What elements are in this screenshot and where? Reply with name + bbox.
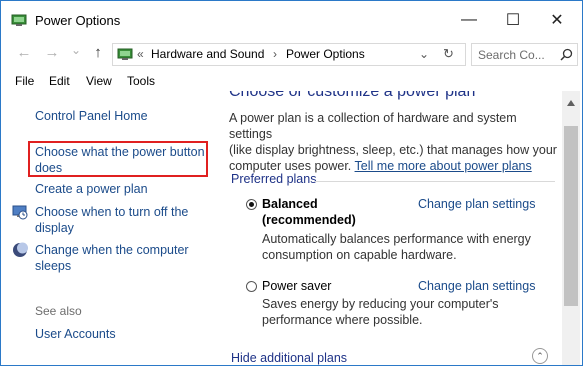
maximize-button[interactable]: ☐ xyxy=(491,4,535,36)
window-title: Power Options xyxy=(35,13,121,28)
page-title: Choose or customize a power plan xyxy=(229,91,476,100)
power-saver-change-settings-link[interactable]: Change plan settings xyxy=(418,278,535,294)
address-dropdown-icon[interactable]: ⌄ xyxy=(419,47,429,61)
breadcrumb-power-options[interactable]: Power Options xyxy=(286,47,365,61)
search-placeholder: Search Co... xyxy=(478,48,545,62)
menu-file[interactable]: File xyxy=(15,74,34,88)
user-accounts-link[interactable]: User Accounts xyxy=(35,326,116,342)
desc-line: performance where possible. xyxy=(262,313,423,327)
moon-sleep-icon xyxy=(13,242,28,257)
tell-me-more-link[interactable]: Tell me more about power plans xyxy=(355,159,532,173)
link-line: Change when the computer xyxy=(35,243,189,257)
link-line: does xyxy=(35,161,63,175)
balanced-radio[interactable] xyxy=(246,199,257,210)
plan-name-line: Power saver xyxy=(262,279,332,293)
back-button[interactable]: ← xyxy=(15,44,33,61)
link-line: Create a power plan xyxy=(35,182,148,196)
balanced-plan-name: Balanced (recommended) xyxy=(262,196,356,228)
minimize-icon: — xyxy=(461,11,477,28)
close-icon: ✕ xyxy=(550,12,564,29)
power-saver-description: Saves energy by reducing your computer's… xyxy=(262,296,499,328)
preferred-plans-label: Preferred plans xyxy=(231,172,317,186)
menu-view[interactable]: View xyxy=(86,74,112,88)
menu-edit[interactable]: Edit xyxy=(49,74,70,88)
address-bar[interactable]: « Hardware and Sound › Power Options ⌄ ↻ xyxy=(112,43,466,66)
breadcrumb-hardware-and-sound[interactable]: Hardware and Sound xyxy=(151,47,264,61)
address-row: ← → ⌄ ↑ « Hardware and Sound › Power Opt… xyxy=(1,39,582,69)
recent-locations-dropdown[interactable]: ⌄ xyxy=(67,43,85,57)
link-line: Choose what the power button xyxy=(35,145,205,159)
control-panel-icon xyxy=(117,48,133,60)
intro-line: (like display brightness, sleep, etc.) t… xyxy=(229,143,557,157)
hide-additional-plans-label[interactable]: Hide additional plans xyxy=(231,351,347,365)
forward-button[interactable]: → xyxy=(43,44,61,61)
search-icon xyxy=(560,48,573,61)
scrollbar-thumb[interactable] xyxy=(564,126,578,306)
balanced-change-settings-link[interactable]: Change plan settings xyxy=(418,196,535,212)
plan-name-line: Balanced xyxy=(262,197,318,211)
control-panel-home-link[interactable]: Control Panel Home xyxy=(35,108,148,124)
search-input[interactable]: Search Co... xyxy=(471,43,578,66)
group-divider xyxy=(315,181,555,182)
maximize-icon: ☐ xyxy=(505,12,521,29)
menu-tools[interactable]: Tools xyxy=(127,74,155,88)
link-line: sleeps xyxy=(35,259,72,273)
see-also-label: See also xyxy=(35,304,82,318)
main-content: Choose or customize a power plan A power… xyxy=(215,91,560,365)
close-button[interactable]: ✕ xyxy=(535,4,579,36)
intro-line: A power plan is a collection of hardware… xyxy=(229,111,517,141)
breadcrumb-overflow[interactable]: « xyxy=(137,47,144,61)
choose-power-button-link[interactable]: Choose what the power button does xyxy=(35,144,205,176)
monitor-clock-icon xyxy=(12,205,28,220)
power-options-icon xyxy=(11,14,27,26)
power-saver-plan-name: Power saver xyxy=(262,278,331,294)
collapse-plans-button[interactable]: ⌃ xyxy=(532,348,548,364)
left-pane: Control Panel Home Choose what the power… xyxy=(1,91,215,365)
up-button[interactable]: ↑ xyxy=(89,44,107,61)
intro-text: A power plan is a collection of hardware… xyxy=(229,110,560,174)
desc-line: Saves energy by reducing your computer's xyxy=(262,297,499,311)
minimize-button[interactable]: — xyxy=(447,4,491,36)
desc-line: consumption on capable hardware. xyxy=(262,248,457,262)
power-saver-radio[interactable] xyxy=(246,281,257,292)
turn-off-display-link[interactable]: Choose when to turn off the display xyxy=(35,204,188,236)
vertical-scrollbar[interactable] xyxy=(562,91,580,365)
power-options-window: Power Options — ☐ ✕ ← → ⌄ ↑ « Hardware a… xyxy=(0,0,583,366)
title-bar: Power Options — ☐ ✕ xyxy=(1,1,582,39)
link-line: Choose when to turn off the xyxy=(35,205,189,219)
refresh-icon[interactable]: ↻ xyxy=(443,46,454,62)
desc-line: Automatically balances performance with … xyxy=(262,232,531,246)
create-power-plan-link[interactable]: Create a power plan xyxy=(35,181,148,197)
chevron-up-icon: ⌃ xyxy=(536,350,544,361)
menu-bar: File Edit View Tools xyxy=(1,71,582,91)
computer-sleeps-link[interactable]: Change when the computer sleeps xyxy=(35,242,189,274)
scroll-up-icon[interactable] xyxy=(566,99,576,107)
link-line: display xyxy=(35,221,74,235)
breadcrumb-separator[interactable]: › xyxy=(273,47,277,61)
balanced-description: Automatically balances performance with … xyxy=(262,231,531,263)
plan-name-line: (recommended) xyxy=(262,213,356,227)
intro-line-text: computer uses power. xyxy=(229,159,352,173)
